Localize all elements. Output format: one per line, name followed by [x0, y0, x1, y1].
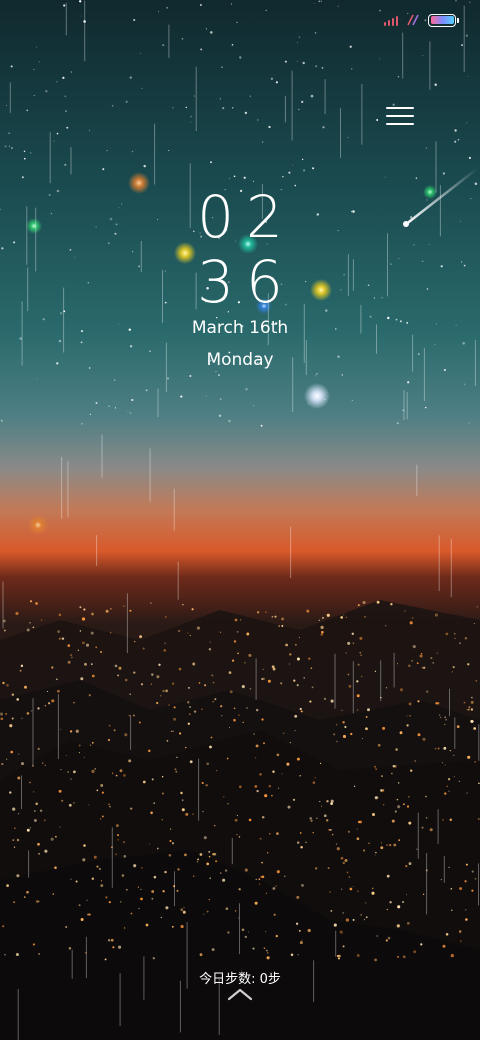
clock-minutes: 36 — [197, 248, 295, 316]
hamburger-menu-icon[interactable] — [384, 104, 416, 128]
network-activity-icon — [407, 14, 419, 26]
chevron-up-icon[interactable] — [226, 985, 254, 1003]
battery-icon — [428, 13, 459, 27]
date-text: March 16th — [191, 318, 289, 338]
wallpaper-image — [0, 0, 480, 1040]
signal-icon — [384, 14, 398, 26]
battery-level — [430, 16, 454, 24]
clock-hours: 02 — [197, 183, 295, 251]
status-bar — [384, 10, 459, 30]
weekday-text: Monday — [206, 350, 274, 370]
